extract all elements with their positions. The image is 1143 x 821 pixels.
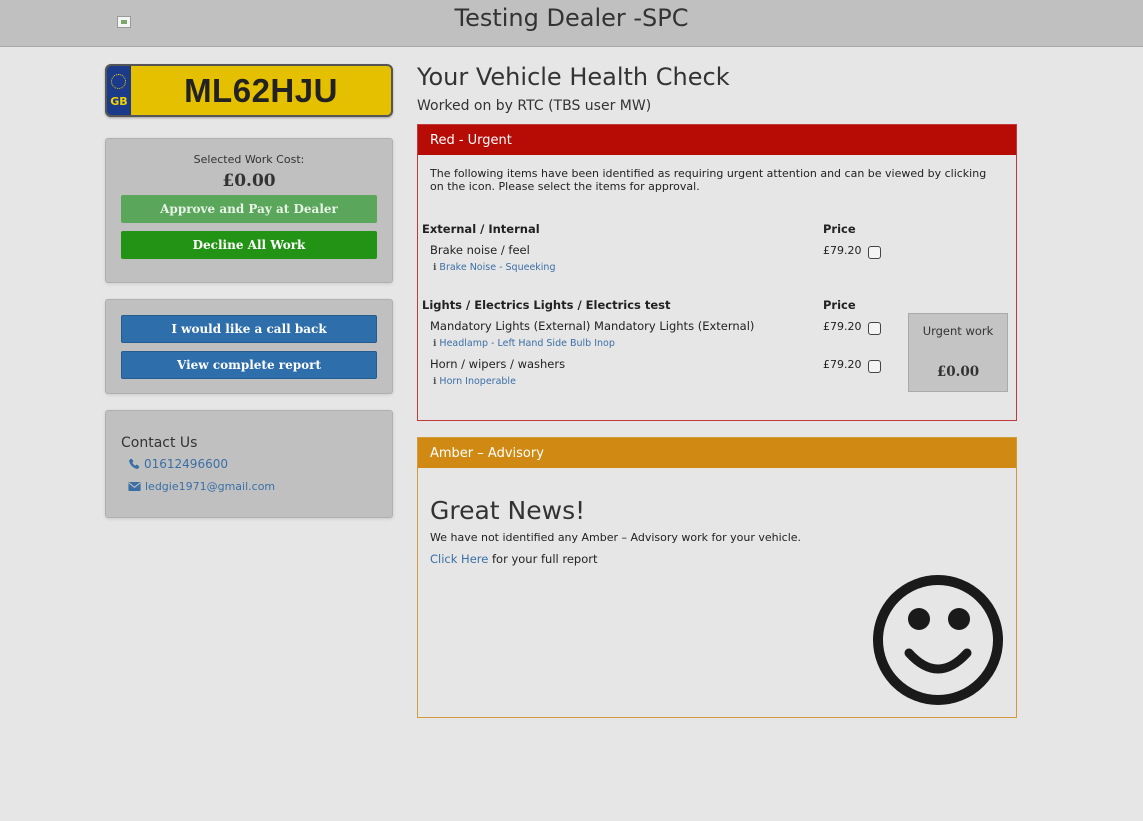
top-bar: Testing Dealer -SPC [0,0,1143,47]
item-detail-link[interactable]: i Headlamp - Left Hand Side Bulb Inop [433,338,615,349]
view-complete-report-button[interactable]: View complete report [121,351,377,379]
item-price: £79.20 [823,244,862,257]
page-title: Your Vehicle Health Check [417,63,730,91]
approve-and-pay-button[interactable]: Approve and Pay at Dealer [121,195,377,223]
selected-work-cost-card: Selected Work Cost: £0.00 Approve and Pa… [105,138,393,283]
price-column-header: Price [823,222,856,236]
item-price: £79.20 [823,320,862,333]
decline-all-work-button[interactable]: Decline All Work [121,231,377,259]
item-detail-link[interactable]: i Brake Noise - Squeeking [433,262,555,273]
contact-title: Contact Us [121,435,198,451]
item-detail-link-text: Headlamp - Left Hand Side Bulb Inop [439,338,615,349]
item-select-checkbox[interactable] [868,246,881,259]
item-detail-link-text: Horn Inoperable [439,376,516,387]
item-name: Brake noise / feel [430,243,530,257]
registration-number: ML62HJU [184,71,338,109]
item-detail-link-text: Brake Noise - Squeeking [439,262,556,273]
info-icon: i [433,262,437,273]
great-news-heading: Great News! [430,496,586,525]
amber-advisory-message: We have not identified any Amber – Advis… [430,531,802,544]
plate-country-code: GB [110,95,128,108]
item-detail-link[interactable]: i Horn Inoperable [433,376,516,387]
click-here-link[interactable]: Click Here [430,552,488,566]
envelope-icon [128,482,141,491]
phone-icon [129,458,140,469]
contact-email-text: ledgie1971@gmail.com [145,480,276,493]
item-select-checkbox[interactable] [868,322,881,335]
eu-stars-icon [111,74,126,89]
selected-work-cost-value: £0.00 [222,171,276,191]
smiley-face-icon [873,575,1003,705]
section-title-lights-electrics: Lights / Electrics Lights / Electrics te… [422,298,671,312]
urgent-work-total: Urgent work £0.00 [908,313,1008,392]
urgent-work-label: Urgent work [922,324,994,338]
worked-on-text: Worked on by RTC (TBS user MW) [417,98,652,114]
item-price: £79.20 [823,358,862,371]
urgent-work-value: £0.00 [936,364,980,380]
item-name: Horn / wipers / washers [430,357,566,371]
full-report-suffix: for your full report [488,552,598,566]
full-report-line: Click Here for your full report [430,552,598,566]
red-urgent-intro: The following items have been identified… [430,167,987,193]
item-name: Mandatory Lights (External) Mandatory Li… [430,319,755,333]
actions-card: I would like a call back View complete r… [105,299,393,394]
item-select-checkbox[interactable] [868,360,881,373]
info-icon: i [433,338,437,349]
call-back-button[interactable]: I would like a call back [121,315,377,343]
info-icon: i [433,376,437,387]
section-title-external-internal: External / Internal [422,222,540,236]
registration-plate: GB ML62HJU [105,64,393,117]
selected-work-cost-label: Selected Work Cost: [193,153,305,166]
contact-phone-link[interactable]: 01612496600 [128,457,228,471]
price-column-header: Price [823,298,856,312]
dealer-title: Testing Dealer -SPC [454,4,689,32]
contact-card: Contact Us 01612496600 ledgie1971@gmail.… [105,410,393,518]
amber-advisory-panel: Amber – Advisory Great News! We have not… [417,437,1017,718]
red-urgent-panel: Red - Urgent The following items have be… [417,124,1017,421]
red-urgent-heading: Red - Urgent [418,125,1016,155]
contact-email-link[interactable]: ledgie1971@gmail.com [128,480,275,493]
contact-phone-text: 01612496600 [144,457,228,471]
amber-advisory-heading: Amber – Advisory [418,438,1016,468]
plate-country-band: GB [107,66,131,115]
